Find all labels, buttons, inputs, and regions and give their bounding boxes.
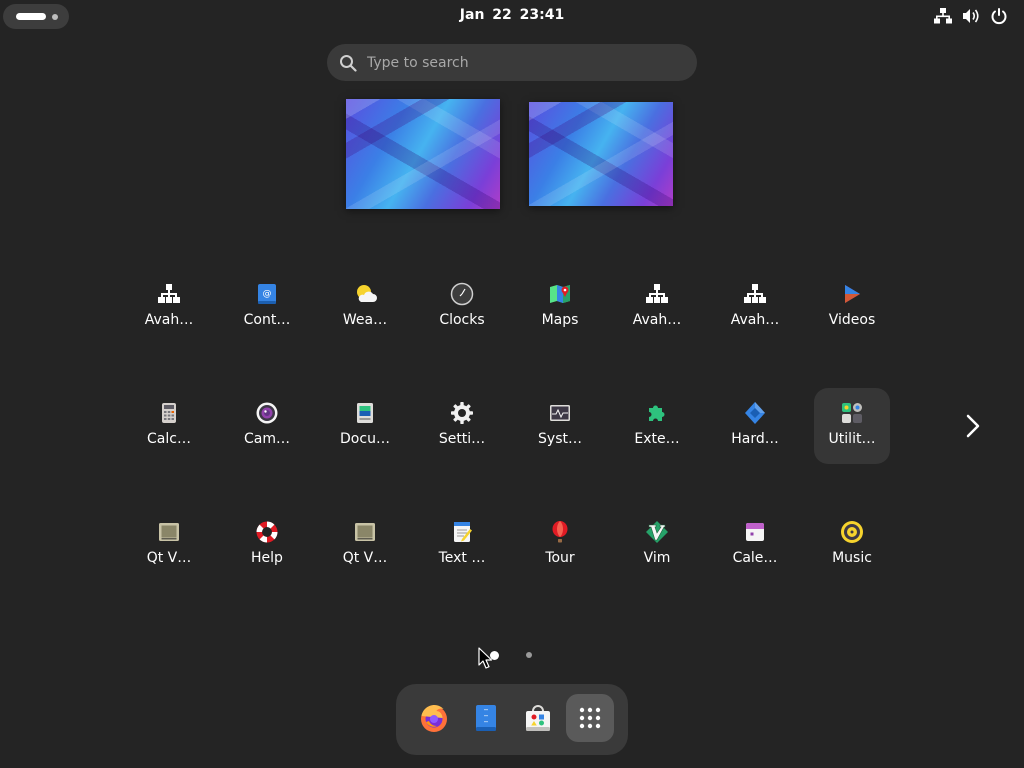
app-label: Qt V… xyxy=(146,550,192,566)
clock-icon xyxy=(450,282,474,306)
utilities-folder-icon xyxy=(840,401,864,425)
app-avahi-2[interactable]: Avah… xyxy=(619,273,695,349)
app-label: Videos xyxy=(828,312,876,328)
app-tour[interactable]: Tour xyxy=(522,511,598,587)
app-music[interactable]: Music xyxy=(814,511,890,587)
help-lifebuoy-icon xyxy=(255,520,279,544)
search-input[interactable] xyxy=(367,44,687,81)
app-label: Text … xyxy=(438,550,486,566)
text-editor-icon xyxy=(450,520,474,544)
app-label: Utilit… xyxy=(828,431,876,447)
svg-text:@: @ xyxy=(263,289,272,299)
calculator-icon xyxy=(157,401,181,425)
app-settings[interactable]: Setti… xyxy=(424,392,500,468)
app-label: Avah… xyxy=(632,312,682,328)
app-label: Qt V… xyxy=(342,550,388,566)
app-vim[interactable]: Vim xyxy=(619,511,695,587)
app-qt-viewer-1[interactable]: Qt V… xyxy=(131,511,207,587)
dash-files[interactable] xyxy=(462,694,510,742)
volume-icon[interactable] xyxy=(962,7,980,25)
app-document-viewer[interactable]: Docu… xyxy=(327,392,403,468)
app-qt-viewer-2[interactable]: Qt V… xyxy=(327,511,403,587)
firefox-icon xyxy=(421,705,447,732)
app-maps[interactable]: Maps xyxy=(522,273,598,349)
extensions-puzzle-icon xyxy=(645,401,669,425)
qt-viewer-icon xyxy=(157,520,181,544)
activities-button[interactable] xyxy=(3,4,69,29)
app-avahi-3[interactable]: Avah… xyxy=(717,273,793,349)
workspace-indicator-dot xyxy=(52,14,58,20)
weather-icon xyxy=(353,282,377,306)
app-label: Help xyxy=(251,550,283,566)
contacts-icon: @ xyxy=(255,282,279,306)
dash-show-apps[interactable] xyxy=(566,694,614,742)
search-icon xyxy=(340,55,357,72)
settings-gear-icon xyxy=(450,401,474,425)
hardware-icon xyxy=(743,401,767,425)
dash-software[interactable] xyxy=(514,694,562,742)
map-icon xyxy=(548,282,572,306)
camera-icon xyxy=(255,401,279,425)
network-icon xyxy=(645,282,669,306)
app-camera[interactable]: Cam… xyxy=(229,392,305,468)
app-label: Tour xyxy=(545,550,575,566)
chevron-right-icon xyxy=(966,414,980,438)
music-icon xyxy=(840,520,864,544)
app-label: Avah… xyxy=(730,312,780,328)
app-label: Cam… xyxy=(244,431,290,447)
app-utilities-folder[interactable]: Utilit… xyxy=(814,388,890,464)
dash xyxy=(396,684,628,755)
app-label: Wea… xyxy=(342,312,388,328)
qt-viewer-icon xyxy=(353,520,377,544)
top-bar: Jan 22 23:41 xyxy=(0,0,1024,32)
app-weather[interactable]: Wea… xyxy=(327,273,403,349)
files-icon xyxy=(476,705,496,731)
app-label: Avah… xyxy=(144,312,194,328)
document-viewer-icon xyxy=(353,401,377,425)
app-label: Cont… xyxy=(243,312,291,328)
workspace-indicator-active xyxy=(16,13,46,20)
app-label: Calc… xyxy=(147,431,191,447)
system-monitor-icon xyxy=(548,401,572,425)
app-help[interactable]: Help xyxy=(229,511,305,587)
app-text-editor[interactable]: Text … xyxy=(424,511,500,587)
app-extensions[interactable]: Exte… xyxy=(619,392,695,468)
network-icon xyxy=(157,282,181,306)
vim-icon xyxy=(645,520,669,544)
clock[interactable]: Jan 22 23:41 xyxy=(412,7,612,23)
app-system-monitor[interactable]: Syst… xyxy=(522,392,598,468)
app-label: Exte… xyxy=(634,431,680,447)
app-label: Docu… xyxy=(340,431,390,447)
app-clocks[interactable]: Clocks xyxy=(424,273,500,349)
app-hardware[interactable]: Hard… xyxy=(717,392,793,468)
app-avahi-1[interactable]: Avah… xyxy=(131,273,207,349)
app-label: Syst… xyxy=(538,431,582,447)
app-label: Clocks xyxy=(439,312,485,328)
dash-firefox[interactable] xyxy=(410,694,458,742)
next-page-button[interactable] xyxy=(958,410,988,442)
page-indicator-2[interactable] xyxy=(526,652,532,658)
app-calculator[interactable]: Calc… xyxy=(131,392,207,468)
app-calendar[interactable]: Cale… xyxy=(717,511,793,587)
app-label: Vim xyxy=(643,550,671,566)
show-apps-grid-icon xyxy=(579,707,601,729)
power-icon[interactable] xyxy=(990,7,1008,25)
mouse-cursor-icon xyxy=(478,647,492,669)
tour-balloon-icon xyxy=(548,520,572,544)
workspace-1-thumbnail[interactable] xyxy=(346,99,500,209)
app-videos[interactable]: Videos xyxy=(814,273,890,349)
app-label: Maps xyxy=(541,312,579,328)
videos-icon xyxy=(840,282,864,306)
network-wired-icon[interactable] xyxy=(934,7,952,25)
app-label: Cale… xyxy=(732,550,778,566)
workspace-2-thumbnail[interactable] xyxy=(529,102,673,206)
network-icon xyxy=(743,282,767,306)
search-entry[interactable] xyxy=(327,44,697,81)
app-label: Music xyxy=(832,550,872,566)
app-contacts[interactable]: @ Cont… xyxy=(229,273,305,349)
app-label: Setti… xyxy=(438,431,486,447)
calendar-icon xyxy=(743,520,767,544)
software-store-icon xyxy=(526,705,550,731)
app-label: Hard… xyxy=(731,431,779,447)
